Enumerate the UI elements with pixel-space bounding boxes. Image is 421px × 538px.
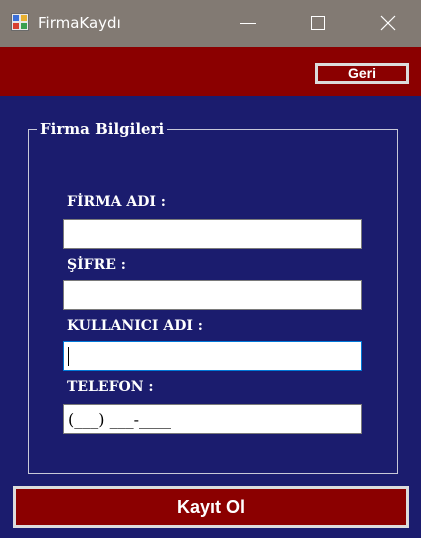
company-name-label: FİRMA ADI :: [67, 194, 166, 210]
text-caret: [68, 347, 69, 366]
username-label: KULLANICI ADI :: [67, 318, 203, 334]
phone-label: TELEFON :: [67, 379, 154, 395]
minimize-icon: [240, 23, 256, 24]
company-name-input[interactable]: [63, 219, 362, 249]
close-button[interactable]: [355, 0, 421, 47]
username-input[interactable]: [63, 341, 362, 371]
password-label: ŞİFRE :: [67, 257, 126, 273]
password-input[interactable]: [63, 280, 362, 310]
register-button[interactable]: Kayıt Ol: [13, 486, 409, 528]
maximize-button[interactable]: [285, 0, 351, 47]
close-icon: [380, 15, 396, 31]
back-button[interactable]: Geri: [315, 63, 409, 84]
title-bar[interactable]: FirmaKaydı: [0, 0, 421, 47]
app-window-icon: [11, 13, 29, 31]
phone-input[interactable]: (___) ___-____: [63, 404, 362, 434]
window-title: FirmaKaydı: [38, 14, 121, 32]
group-title: Firma Bilgileri: [37, 119, 168, 139]
top-toolbar: Geri: [0, 47, 421, 96]
maximize-icon: [311, 16, 325, 30]
minimize-button[interactable]: [215, 0, 281, 47]
